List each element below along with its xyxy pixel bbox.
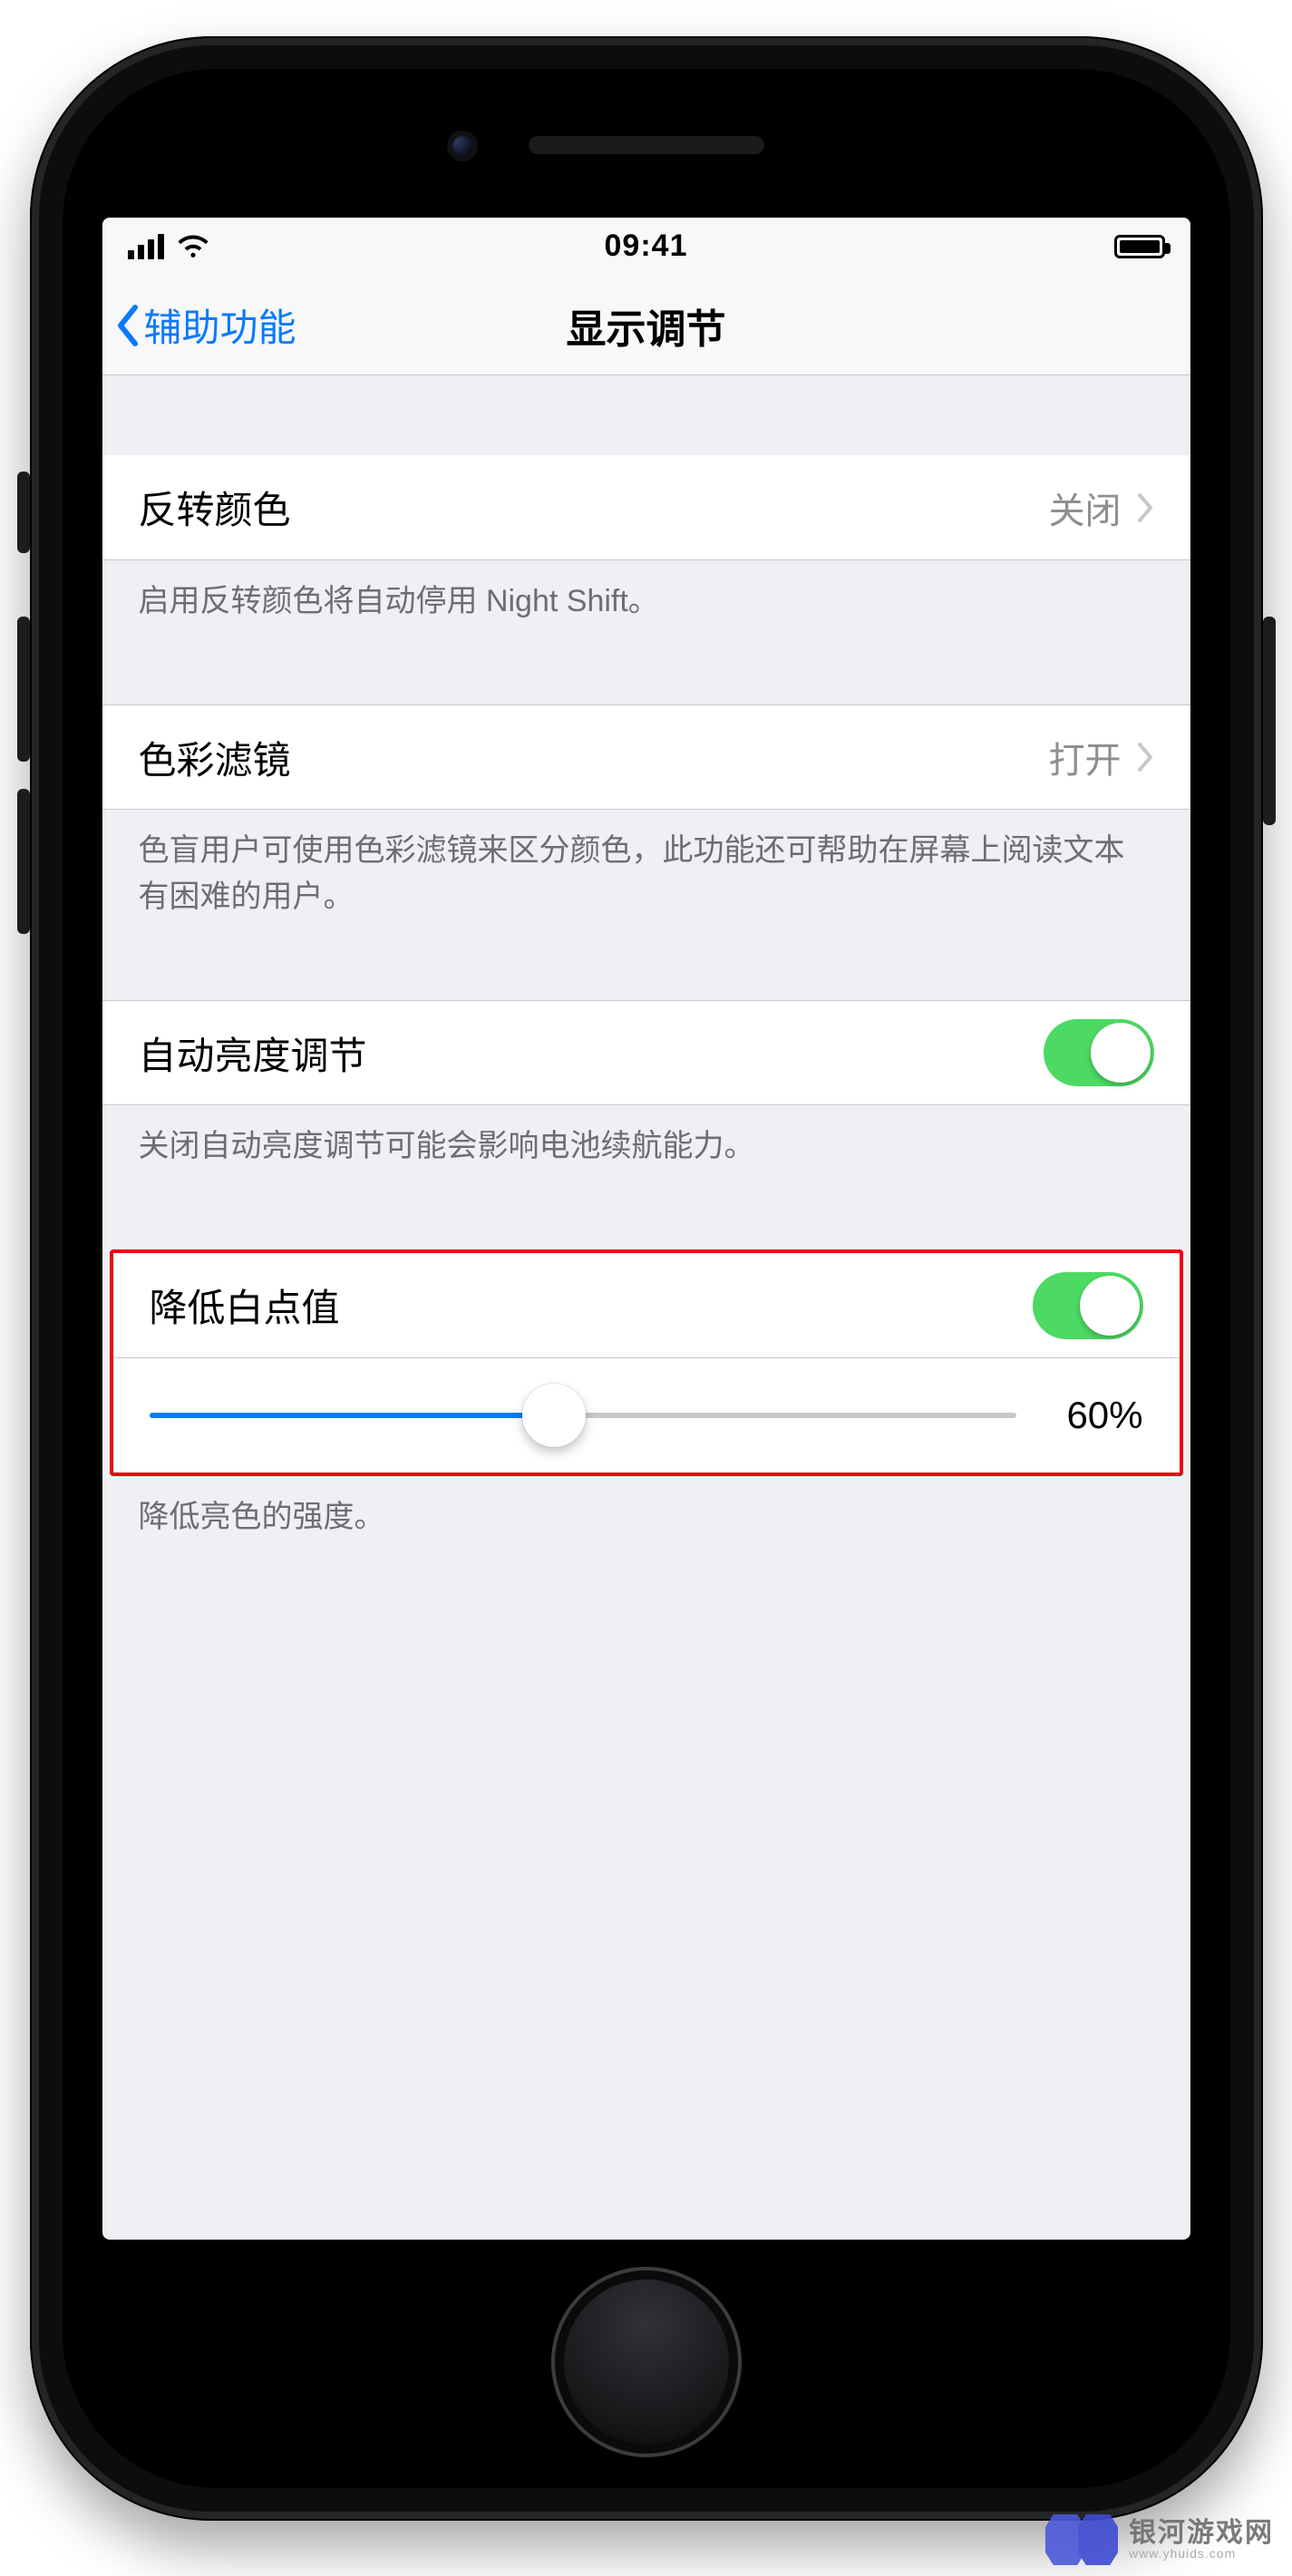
mute-switch bbox=[17, 471, 30, 553]
color-filter-value: 打开 bbox=[1049, 731, 1122, 783]
color-filter-label: 色彩滤镜 bbox=[139, 730, 1049, 785]
watermark: 银河游戏网 www.yhuids.com bbox=[1045, 2514, 1274, 2565]
white-point-slider-row: 60% bbox=[113, 1358, 1180, 1473]
back-button[interactable]: 辅助功能 bbox=[102, 297, 296, 353]
status-bar: 09:41 bbox=[102, 218, 1190, 276]
power-button bbox=[1263, 617, 1276, 825]
auto-brightness-note: 关闭自动亮度调节可能会影响电池续航能力。 bbox=[102, 1105, 1190, 1170]
home-button[interactable] bbox=[551, 2267, 742, 2457]
white-point-value: 60% bbox=[1044, 1394, 1143, 1437]
chevron-right-icon bbox=[1136, 742, 1154, 773]
chevron-left-icon bbox=[115, 304, 142, 347]
watermark-url: www.yhuids.com bbox=[1129, 2547, 1274, 2560]
device-frame: 09:41 辅助功能 显示调节 反转颜色 关闭 bbox=[30, 36, 1263, 2521]
watermark-name: 银河游戏网 bbox=[1129, 2520, 1274, 2547]
battery-icon bbox=[1114, 235, 1165, 258]
back-label: 辅助功能 bbox=[144, 297, 296, 353]
reduce-white-point-row: 降低白点值 bbox=[113, 1253, 1180, 1358]
wifi-icon bbox=[177, 234, 209, 259]
reduce-white-point-note: 降低亮色的强度。 bbox=[102, 1476, 1190, 1541]
reduce-white-point-label: 降低白点值 bbox=[150, 1278, 1033, 1333]
reduce-white-point-section: 降低白点值 60% bbox=[110, 1249, 1183, 1476]
watermark-logo-icon bbox=[1045, 2514, 1118, 2565]
invert-colors-label: 反转颜色 bbox=[139, 480, 1049, 535]
front-camera bbox=[447, 131, 478, 161]
white-point-slider[interactable] bbox=[150, 1388, 1016, 1443]
volume-up-button bbox=[17, 617, 30, 762]
invert-colors-value: 关闭 bbox=[1049, 481, 1122, 534]
color-filter-row[interactable]: 色彩滤镜 打开 bbox=[102, 705, 1190, 810]
cellular-signal-icon bbox=[128, 234, 164, 259]
settings-content: 反转颜色 关闭 启用反转颜色将自动停用 Night Shift。 色彩滤镜 打开… bbox=[102, 375, 1190, 1541]
auto-brightness-row: 自动亮度调节 bbox=[102, 1000, 1190, 1105]
reduce-white-point-toggle[interactable] bbox=[1033, 1272, 1143, 1339]
auto-brightness-label: 自动亮度调节 bbox=[139, 1026, 1044, 1081]
earpiece bbox=[529, 136, 764, 154]
screen: 09:41 辅助功能 显示调节 反转颜色 关闭 bbox=[102, 218, 1190, 2240]
chevron-right-icon bbox=[1136, 492, 1154, 523]
nav-bar: 辅助功能 显示调节 bbox=[102, 276, 1190, 375]
invert-colors-note: 启用反转颜色将自动停用 Night Shift。 bbox=[102, 560, 1190, 625]
status-time: 09:41 bbox=[102, 228, 1190, 264]
invert-colors-row[interactable]: 反转颜色 关闭 bbox=[102, 455, 1190, 560]
auto-brightness-toggle[interactable] bbox=[1044, 1019, 1154, 1086]
volume-down-button bbox=[17, 789, 30, 934]
color-filter-note: 色盲用户可使用色彩滤镜来区分颜色，此功能还可帮助在屏幕上阅读文本有困难的用户。 bbox=[102, 810, 1190, 920]
